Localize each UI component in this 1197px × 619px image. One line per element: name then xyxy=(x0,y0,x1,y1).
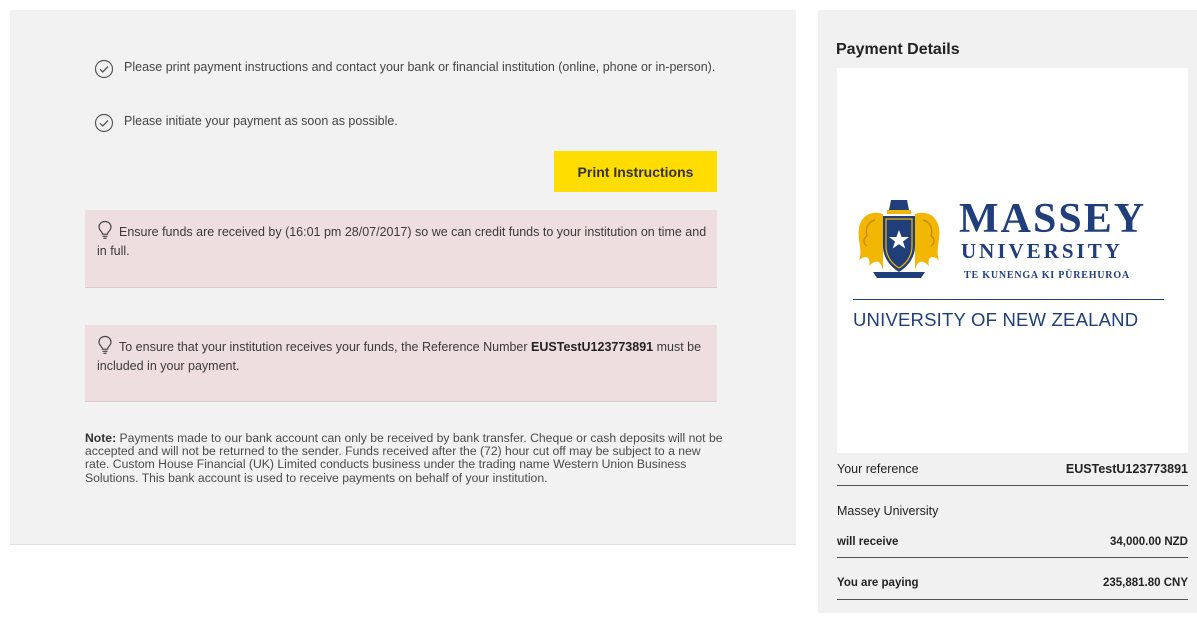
step-text: Please initiate your payment as soon as … xyxy=(124,114,398,128)
massey-crest-icon xyxy=(858,200,940,278)
paying-amount: 235,881.80 CNY xyxy=(1102,577,1188,589)
paying-amount-row: You are paying 235,881.80 CNY xyxy=(837,577,1188,589)
logo-name: MASSEY xyxy=(959,196,1147,242)
receive-label: will receive xyxy=(837,536,899,548)
step-text: Please print payment instructions and co… xyxy=(124,60,716,74)
paying-label: You are paying xyxy=(837,577,919,589)
reference-alert: To ensure that your institution receives… xyxy=(85,325,717,402)
lightbulb-icon xyxy=(98,335,112,354)
recipient-name: Massey University xyxy=(837,504,939,518)
logo-tagline: UNIVERSITY OF NEW ZEALAND xyxy=(853,309,1139,330)
logo-maori-name: TE KUNENGA KI PŪREHUROA xyxy=(964,270,1130,281)
divider xyxy=(837,557,1188,558)
payment-details-title: Payment Details xyxy=(836,41,960,58)
payment-note: Note: Payments made to our bank account … xyxy=(85,431,725,485)
divider xyxy=(837,485,1188,486)
recipient-row: Massey University xyxy=(837,504,1188,518)
payment-instructions-panel: Please print payment instructions and co… xyxy=(10,10,796,545)
deadline-alert-text: Ensure funds are received by (16:01 pm 2… xyxy=(97,225,707,258)
step-initiate-payment: Please initiate your payment as soon as … xyxy=(94,113,734,133)
reference-alert-text: To ensure that your institution receives… xyxy=(119,340,532,354)
check-circle-icon xyxy=(94,113,114,133)
check-circle-icon xyxy=(94,59,114,79)
payment-details-panel: Payment Details MASSEY UNIVERSITY TE KUN… xyxy=(818,10,1197,613)
lightbulb-icon xyxy=(98,220,112,239)
university-logo: MASSEY UNIVERSITY TE KUNENGA KI PŪREHURO… xyxy=(837,68,1188,453)
logo-divider xyxy=(853,299,1164,300)
note-label: Note: xyxy=(85,431,117,445)
print-instructions-button[interactable]: Print Instructions xyxy=(554,151,717,192)
reference-row: Your reference EUSTestU123773891 xyxy=(837,462,1188,476)
reference-label: Your reference xyxy=(837,462,919,476)
receive-amount-row: will receive 34,000.00 NZD xyxy=(837,536,1188,548)
logo-subtitle: UNIVERSITY xyxy=(961,239,1123,263)
deadline-alert: Ensure funds are received by (16:01 pm 2… xyxy=(85,210,717,288)
step-print-instructions: Please print payment instructions and co… xyxy=(94,59,734,79)
receive-amount: 34,000.00 NZD xyxy=(1110,536,1188,548)
reference-number: EUSTestU123773891 xyxy=(531,340,654,354)
divider xyxy=(837,599,1188,600)
reference-value: EUSTestU123773891 xyxy=(1065,462,1188,476)
note-text: Payments made to our bank account can on… xyxy=(85,431,723,485)
